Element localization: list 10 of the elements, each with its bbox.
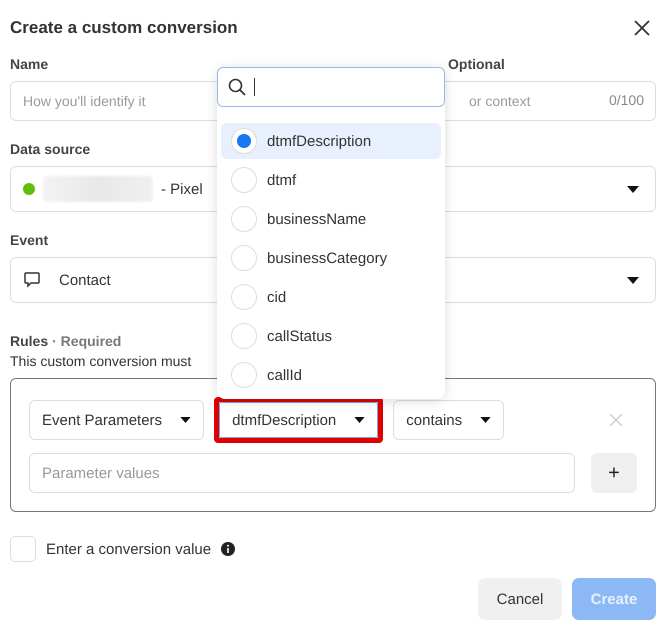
dialog-title: Create a custom conversion [10,18,238,38]
field-label: Event [10,232,48,248]
field-label: Name [10,56,48,72]
checkbox-label: Enter a conversion value [46,540,212,558]
rules-description: This custom conversion must [10,353,192,369]
required-label: · Required [52,333,122,349]
field-label: Data source [10,141,90,157]
character-counter: 0/100 [608,92,644,108]
field-label: Optional [448,56,505,72]
rules-label: Rules [10,333,48,349]
